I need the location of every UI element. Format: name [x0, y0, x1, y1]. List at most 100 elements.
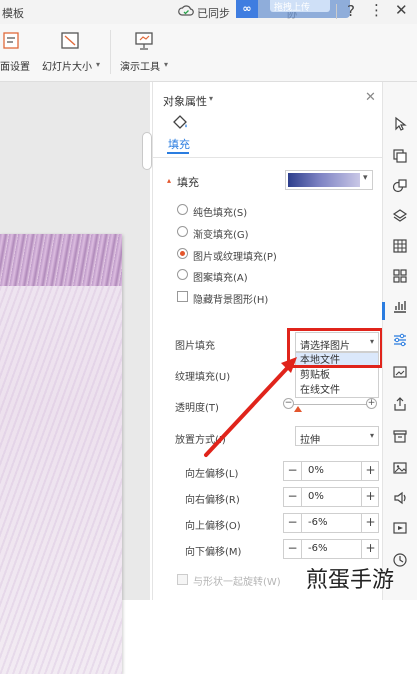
- properties-sliders-icon[interactable]: [392, 332, 408, 348]
- offset-up-value[interactable]: -6%: [308, 517, 327, 528]
- title-bar: 模板 已同步 协 ∞ 拖拽上传 ? ⋮ ✕: [0, 0, 417, 24]
- offset-left-stepper[interactable]: − 0% +: [283, 461, 379, 481]
- offset-down-decrease[interactable]: −: [284, 540, 302, 558]
- page-setup-icon[interactable]: [2, 32, 22, 50]
- transparency-decrease-button[interactable]: −: [283, 398, 294, 409]
- cloud-logo-icon: ∞: [236, 0, 258, 18]
- drag-upload-hint: 拖拽上传: [274, 3, 311, 13]
- object-properties-pane: 对象属性 ▾ ✕ 填充 ▴ 填充 ▾ 纯色填充(S) 渐变填充(G) 图片或纹理…: [152, 82, 383, 600]
- offset-right-label: 向右偏移(R): [185, 495, 240, 506]
- active-tab-indicator: [167, 152, 189, 154]
- speaker-icon[interactable]: [392, 490, 408, 506]
- paint-bucket-icon[interactable]: [171, 114, 189, 132]
- offset-up-label: 向上偏移(O): [185, 521, 241, 532]
- image-convert-icon[interactable]: [392, 364, 408, 380]
- highlight-box: [287, 328, 383, 368]
- duplicate-slide-icon[interactable]: [392, 148, 408, 164]
- radio-pattern-fill-label[interactable]: 图案填充(A): [193, 269, 248, 284]
- radio-pattern-fill[interactable]: [177, 269, 188, 280]
- texture-fill-label: 纹理填充(U): [175, 372, 231, 383]
- offset-up-decrease[interactable]: −: [284, 514, 302, 532]
- hide-background-checkbox[interactable]: [177, 291, 188, 302]
- offset-right-increase[interactable]: +: [361, 488, 379, 506]
- fill-preview-dropdown[interactable]: ▾: [285, 170, 373, 190]
- more-options-icon[interactable]: ⋮: [369, 1, 384, 19]
- placement-caret-icon: ▾: [370, 431, 375, 440]
- radio-picture-texture-fill[interactable]: [177, 248, 188, 259]
- slide-thumbnail[interactable]: [0, 234, 122, 674]
- active-tool-indicator: [382, 302, 385, 320]
- title-divider: [336, 4, 337, 19]
- transparency-increase-button[interactable]: +: [366, 398, 377, 409]
- offset-right-value[interactable]: 0%: [308, 491, 324, 502]
- transparency-label: 透明度(T): [175, 403, 219, 414]
- transparency-slider-track[interactable]: [287, 404, 371, 405]
- ribbon-divider: [110, 30, 111, 74]
- offset-down-label: 向下偏移(M): [185, 547, 242, 558]
- close-pane-icon[interactable]: ✕: [365, 90, 376, 105]
- close-window-icon[interactable]: ✕: [395, 1, 408, 19]
- pane-scrollbar[interactable]: [142, 132, 152, 170]
- offset-left-decrease[interactable]: −: [284, 462, 302, 480]
- slide-background-texture: [0, 286, 122, 674]
- presentation-tools-caret-icon[interactable]: ▾: [164, 60, 168, 69]
- grid-layout-icon[interactable]: [392, 268, 408, 284]
- cloud-sync-icon[interactable]: [178, 4, 194, 18]
- radio-gradient-fill-label[interactable]: 渐变填充(G): [193, 226, 249, 241]
- history-clock-icon[interactable]: [392, 552, 408, 568]
- fill-preview-swatch: [288, 173, 360, 187]
- offset-up-stepper[interactable]: − -6% +: [283, 513, 379, 533]
- pane-divider: [153, 157, 383, 158]
- page-setup-button[interactable]: 面设置: [0, 58, 30, 73]
- archive-box-icon[interactable]: [392, 428, 408, 444]
- right-side-toolbar: [382, 82, 417, 600]
- tab-fill[interactable]: 填充: [168, 136, 190, 152]
- offset-down-stepper[interactable]: − -6% +: [283, 539, 379, 559]
- slide-size-button[interactable]: 幻灯片大小: [42, 58, 92, 73]
- hide-background-label[interactable]: 隐藏背景图形(H): [193, 291, 268, 306]
- table-icon[interactable]: [392, 238, 408, 254]
- slide-texture-band: [0, 234, 122, 286]
- offset-down-value[interactable]: -6%: [308, 543, 327, 554]
- offset-up-increase[interactable]: +: [361, 514, 379, 532]
- chart-icon[interactable]: [392, 298, 408, 314]
- select-cursor-icon[interactable]: [392, 116, 408, 132]
- offset-left-increase[interactable]: +: [361, 462, 379, 480]
- window-title: 模板: [2, 7, 24, 20]
- rotate-with-shape-checkbox[interactable]: [177, 574, 188, 585]
- radio-solid-fill-label[interactable]: 纯色填充(S): [193, 204, 247, 219]
- video-icon[interactable]: [392, 520, 408, 536]
- picture-fill-label: 图片填充: [175, 341, 215, 352]
- transparency-slider-thumb[interactable]: [294, 406, 302, 412]
- placement-select[interactable]: 拉伸 ▾: [295, 426, 379, 446]
- slide-size-icon[interactable]: [60, 32, 80, 50]
- offset-left-label: 向左偏移(L): [185, 469, 239, 480]
- layers-icon[interactable]: [392, 208, 408, 224]
- watermark-text: 煎蛋手游: [306, 568, 395, 593]
- offset-right-decrease[interactable]: −: [284, 488, 302, 506]
- radio-picture-texture-fill-label[interactable]: 图片或纹理填充(P): [193, 248, 277, 263]
- share-export-icon[interactable]: [392, 396, 408, 412]
- placement-label: 放置方式(I): [175, 435, 226, 446]
- slide-size-caret-icon[interactable]: ▾: [96, 60, 100, 69]
- pane-title: 对象属性: [163, 95, 207, 108]
- radio-solid-fill[interactable]: [177, 204, 188, 215]
- option-clipboard[interactable]: 剪贴板: [296, 368, 378, 383]
- pane-title-caret-icon[interactable]: ▾: [209, 94, 213, 103]
- presentation-tools-button[interactable]: 演示工具: [120, 58, 160, 73]
- sync-status-label[interactable]: 已同步: [197, 5, 230, 21]
- offset-down-increase[interactable]: +: [361, 540, 379, 558]
- fill-section-header[interactable]: 填充: [177, 174, 199, 190]
- offset-right-stepper[interactable]: − 0% +: [283, 487, 379, 507]
- shapes-icon[interactable]: [392, 178, 408, 194]
- fill-preview-caret-icon: ▾: [363, 173, 368, 183]
- placement-value: 拉伸: [300, 435, 320, 446]
- picture-icon[interactable]: [392, 460, 408, 476]
- radio-gradient-fill[interactable]: [177, 226, 188, 237]
- help-icon[interactable]: ?: [347, 2, 355, 20]
- presentation-tools-icon[interactable]: [134, 32, 154, 50]
- offset-left-value[interactable]: 0%: [308, 465, 324, 476]
- option-online-file[interactable]: 在线文件: [296, 383, 378, 398]
- collapse-fill-icon[interactable]: ▴: [167, 176, 171, 185]
- slide-canvas-area[interactable]: [0, 82, 150, 674]
